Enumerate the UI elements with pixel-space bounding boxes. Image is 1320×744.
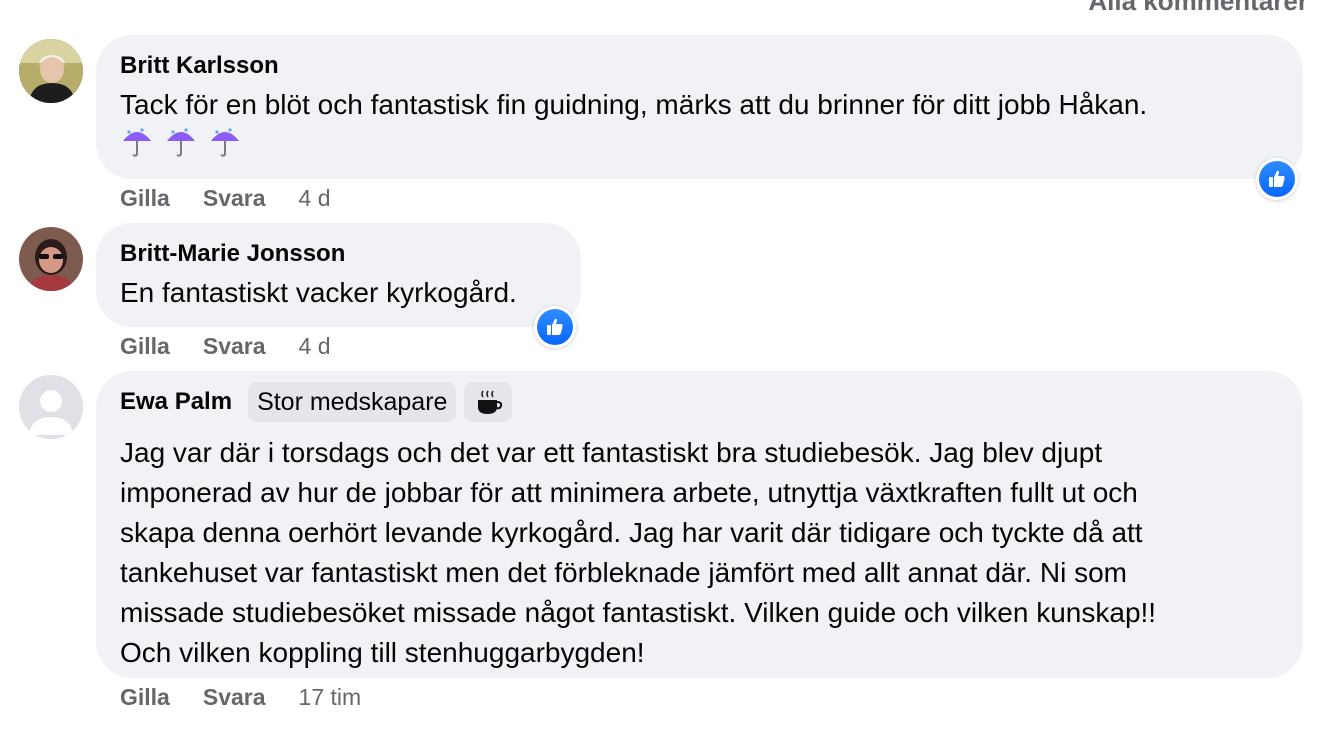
like-icon	[547, 318, 563, 335]
umbrella-rain-icon	[120, 125, 154, 170]
comment-text: En fantastiskt vacker kyrkogård.	[120, 277, 517, 308]
comment-line: skapa denna oerhört levande kyrkogård. J…	[120, 517, 1143, 548]
comment-actions: Gilla Svara 4 d	[120, 331, 331, 361]
hot-beverage-icon	[478, 390, 503, 414]
avatar-ewa-palm[interactable]	[19, 375, 83, 439]
timestamp[interactable]: 4 d	[299, 333, 331, 360]
comment-bubble: Britt-Marie Jonsson En fantastiskt vacke…	[96, 223, 581, 327]
profile-photo	[19, 227, 83, 291]
comment-line: missade studiebesöket missade något fant…	[120, 597, 1157, 628]
avatar-britt-marie-jonsson[interactable]	[19, 227, 83, 291]
like-button[interactable]: Gilla	[120, 185, 170, 212]
author-name[interactable]: Ewa Palm	[120, 387, 232, 417]
comment-line: imponerad av hur de jobbar för att minim…	[120, 477, 1138, 508]
reply-button[interactable]: Svara	[203, 333, 266, 360]
timestamp[interactable]: 17 tim	[299, 684, 362, 711]
avatar-britt-karlsson[interactable]	[19, 39, 83, 103]
contributor-badge[interactable]: Stor medskapare	[248, 382, 457, 422]
default-avatar-icon	[19, 375, 83, 439]
like-button[interactable]: Gilla	[120, 684, 170, 711]
umbrella-rain-icon	[164, 125, 198, 170]
author-name[interactable]: Britt Karlsson	[120, 51, 279, 81]
all-comments-link[interactable]: Alla kommentarer	[1088, 0, 1308, 17]
profile-photo	[19, 39, 83, 103]
comment-line: Jag var där i torsdags och det var ett f…	[120, 437, 1103, 468]
reaction-like-badge[interactable]	[1256, 158, 1298, 200]
comment-line: Och vilken koppling till stenhuggarbygde…	[120, 637, 645, 668]
comment-text-content: Tack för en blöt och fantastisk fin guid…	[120, 89, 1148, 120]
badge-icon-button[interactable]	[464, 382, 513, 422]
reply-button[interactable]: Svara	[203, 185, 266, 212]
comment-bubble: Ewa Palm Stor medskapare Jag var där i t…	[96, 371, 1303, 678]
umbrella-rain-icon	[208, 125, 242, 170]
comment-actions: Gilla Svara 17 tim	[120, 682, 361, 712]
reply-button[interactable]: Svara	[203, 684, 266, 711]
like-button[interactable]: Gilla	[120, 333, 170, 360]
comment-bubble: Britt Karlsson Tack för en blöt och fant…	[96, 35, 1303, 179]
timestamp[interactable]: 4 d	[299, 185, 331, 212]
comment-text: Tack för en blöt och fantastisk fin guid…	[120, 85, 1279, 170]
comment-line: tankehuset var fantastiskt men det förbl…	[120, 557, 1127, 588]
comment-actions: Gilla Svara 4 d	[120, 183, 331, 213]
author-name[interactable]: Britt-Marie Jonsson	[120, 239, 345, 269]
like-icon	[1269, 170, 1285, 187]
reaction-like-badge[interactable]	[534, 306, 576, 348]
comment-text: Jag var där i torsdags och det var ett f…	[120, 433, 1279, 673]
